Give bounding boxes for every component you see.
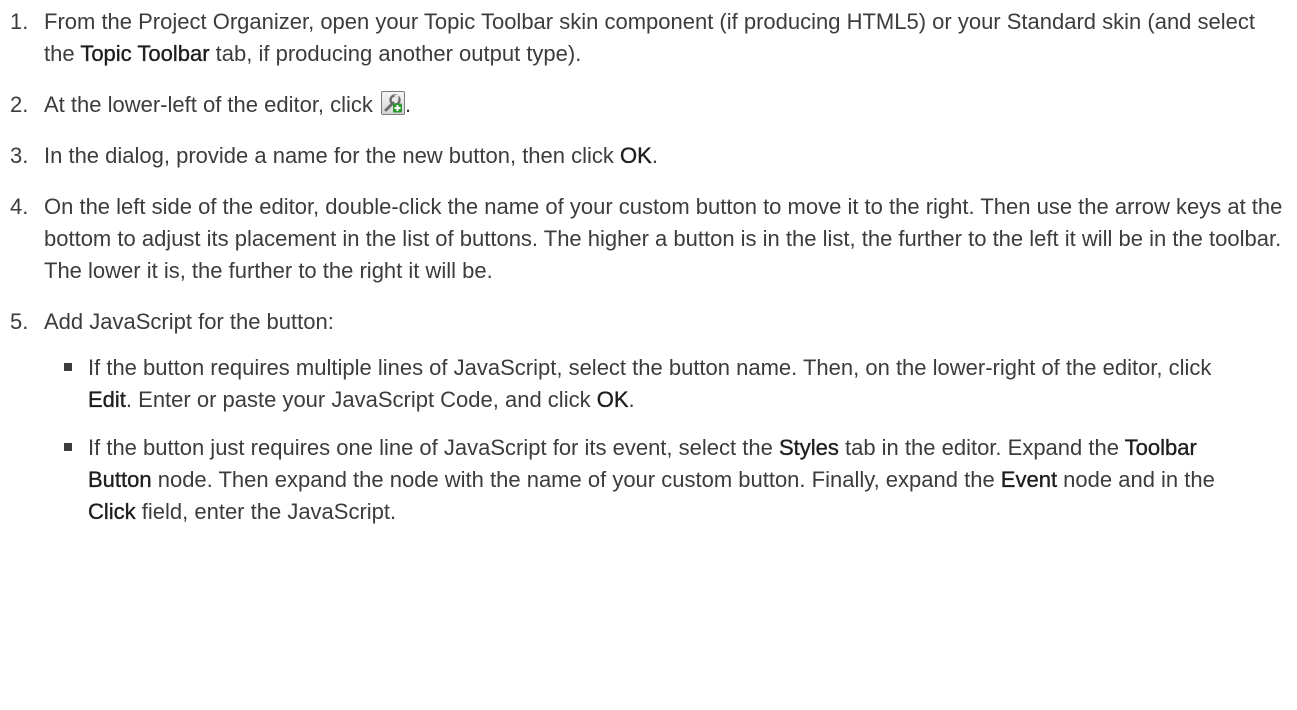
step-text-part: If the button just requires one line of … — [88, 435, 779, 460]
step-5: 5. Add JavaScript for the button: If the… — [0, 306, 1297, 528]
step-number: 2. — [10, 92, 29, 117]
step-number: 3. — [10, 143, 29, 168]
instructions-document: 1. From the Project Organizer, open your… — [0, 0, 1297, 528]
step-text-part: node and in the — [1057, 467, 1215, 492]
step-text-part: In the dialog, provide a name for the ne… — [44, 143, 621, 168]
event-node-term: Event — [1000, 467, 1058, 492]
ok-button-term: OK — [620, 143, 652, 168]
step-text-part: node. Then expand the node with the name… — [151, 467, 1001, 492]
step-3: 3. In the dialog, provide a name for the… — [0, 140, 1297, 172]
step-text-part: . — [651, 143, 658, 168]
click-field-term: Click — [88, 499, 136, 524]
step-text: At the lower-left of the editor, click . — [44, 89, 1284, 121]
sub-step-text: If the button just requires one line of … — [88, 432, 1258, 528]
step-1: 1. From the Project Organizer, open your… — [0, 6, 1297, 70]
sub-step-multiple-lines: If the button requires multiple lines of… — [44, 352, 1297, 416]
add-toolbar-button-icon — [381, 91, 406, 115]
step-text-part: . — [405, 92, 412, 117]
step-number: 4. — [10, 194, 29, 219]
step-text-part: If the button requires multiple lines of… — [88, 355, 1212, 380]
step-number: 1. — [10, 9, 29, 34]
step-text: From the Project Organizer, open your To… — [44, 6, 1284, 70]
step-text: Add JavaScript for the button: — [44, 309, 334, 334]
step-text-part: . Enter or paste your JavaScript Code, a… — [125, 387, 597, 412]
step-text-part: tab, if producing another output type). — [209, 41, 582, 66]
topic-toolbar-tab-term: Topic Toolbar — [80, 41, 210, 66]
step-text-part: . — [628, 387, 635, 412]
step-text-part: At the lower-left of the editor, click — [44, 92, 380, 117]
step-text-part: field, enter the JavaScript. — [135, 499, 397, 524]
sub-step-text: If the button requires multiple lines of… — [88, 352, 1258, 416]
square-bullet-icon — [64, 363, 72, 371]
sub-step-one-line: If the button just requires one line of … — [44, 432, 1297, 528]
step-text-part: tab in the editor. Expand the — [838, 435, 1125, 460]
javascript-options-list: If the button requires multiple lines of… — [44, 352, 1297, 528]
edit-button-term: Edit — [88, 387, 126, 412]
step-2: 2. At the lower-left of the editor, clic… — [0, 89, 1297, 121]
step-number: 5. — [10, 309, 29, 334]
step-text: In the dialog, provide a name for the ne… — [44, 140, 1284, 172]
square-bullet-icon — [64, 443, 72, 451]
ok-button-term: OK — [596, 387, 629, 412]
step-text: On the left side of the editor, double-c… — [44, 194, 1283, 283]
step-4: 4. On the left side of the editor, doubl… — [0, 191, 1297, 287]
styles-tab-term: Styles — [778, 435, 839, 460]
